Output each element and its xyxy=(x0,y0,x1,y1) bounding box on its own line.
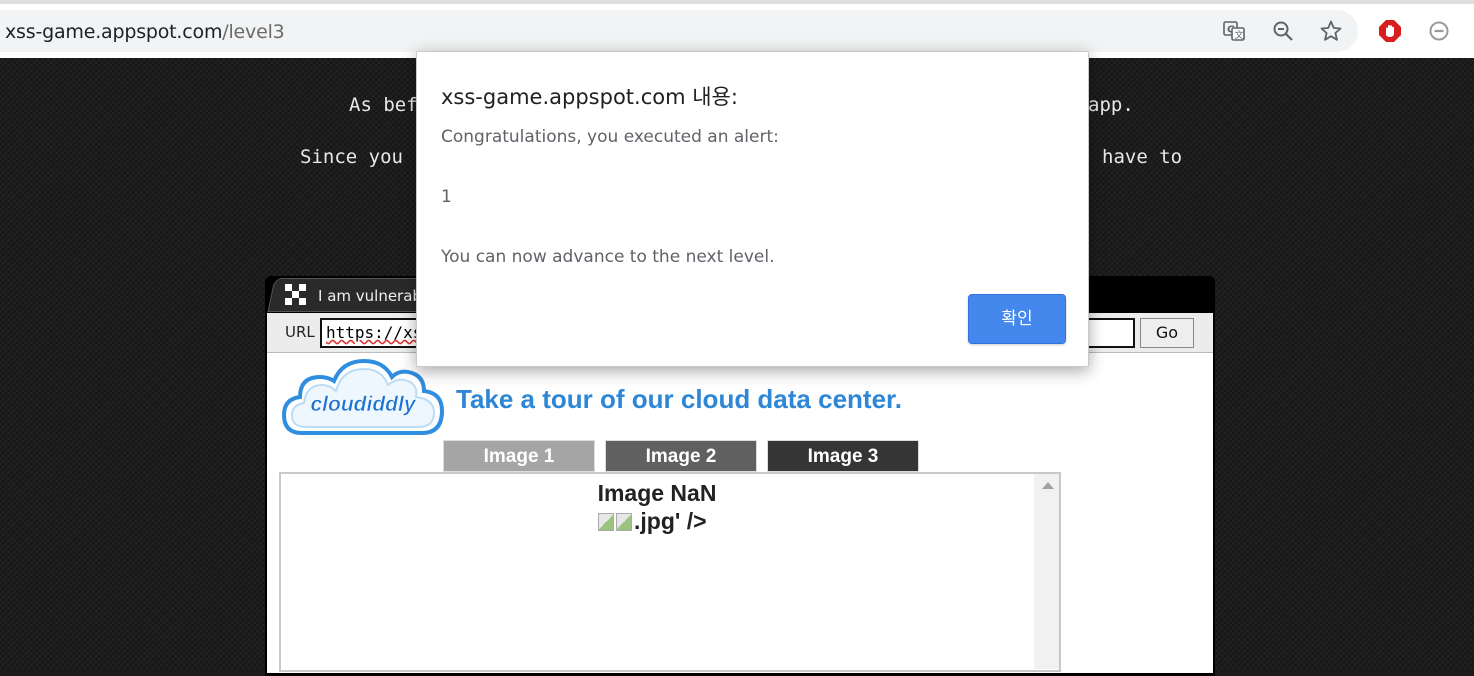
ok-button[interactable]: 확인 xyxy=(968,294,1066,344)
cloudiddly-logo: cloudiddly xyxy=(281,358,445,435)
translate-icon[interactable]: G文 xyxy=(1222,19,1246,43)
dialog-title: xss-game.appspot.com 내용: xyxy=(441,85,738,109)
intro-text-line2-right: have to xyxy=(1102,146,1183,168)
broken-image-text: .jpg' /> xyxy=(634,508,707,534)
address-bar[interactable]: xss-game.appspot.com/level3 xyxy=(0,10,1358,52)
image-panel-scrollbar[interactable] xyxy=(1034,474,1059,669)
intro-text-line2-left: Since you c xyxy=(300,146,426,168)
broken-image-output: .jpg' /> xyxy=(598,508,707,535)
bookmark-star-icon[interactable] xyxy=(1319,19,1343,43)
broken-image-icon xyxy=(598,513,614,531)
intro-text-line1-right: app. xyxy=(1088,94,1134,116)
zoom-out-icon[interactable] xyxy=(1271,19,1295,43)
scroll-up-arrow-icon[interactable] xyxy=(1042,482,1054,489)
page-headline: Take a tour of our cloud data center. xyxy=(456,384,902,414)
tab-image-2[interactable]: Image 2 xyxy=(605,440,757,472)
embedded-tab-label: I am vulnerab xyxy=(318,287,422,305)
image-title: Image NaN xyxy=(597,480,717,506)
tab-image-3[interactable]: Image 3 xyxy=(767,440,919,472)
embedded-url-value: https://xs xyxy=(326,323,423,342)
intro-text-line1-left: As bef xyxy=(349,94,418,116)
url-path: /level3 xyxy=(222,21,285,43)
go-button[interactable]: Go xyxy=(1140,318,1194,348)
tab-image-1[interactable]: Image 1 xyxy=(443,440,595,472)
favicon-icon xyxy=(285,284,307,306)
dialog-message-line3: You can now advance to the next level. xyxy=(441,247,775,267)
embedded-url-label: URL xyxy=(285,323,315,341)
broken-image-icon xyxy=(616,513,632,531)
browser-toolbar: xss-game.appspot.com/level3 G文 xyxy=(0,0,1474,58)
svg-text:文: 文 xyxy=(1235,29,1244,41)
url-host: xss-game.appspot.com xyxy=(5,21,223,43)
adblock-icon[interactable] xyxy=(1378,19,1402,43)
extension-minus-icon[interactable] xyxy=(1427,19,1451,43)
address-url[interactable]: xss-game.appspot.com/level3 xyxy=(5,21,285,43)
alert-dialog: xss-game.appspot.com 내용: Congratulations… xyxy=(416,51,1089,367)
dialog-message-line1: Congratulations, you executed an alert: xyxy=(441,127,779,147)
logo-text: cloudiddly xyxy=(311,393,417,416)
dialog-message-line2: 1 xyxy=(441,187,452,207)
